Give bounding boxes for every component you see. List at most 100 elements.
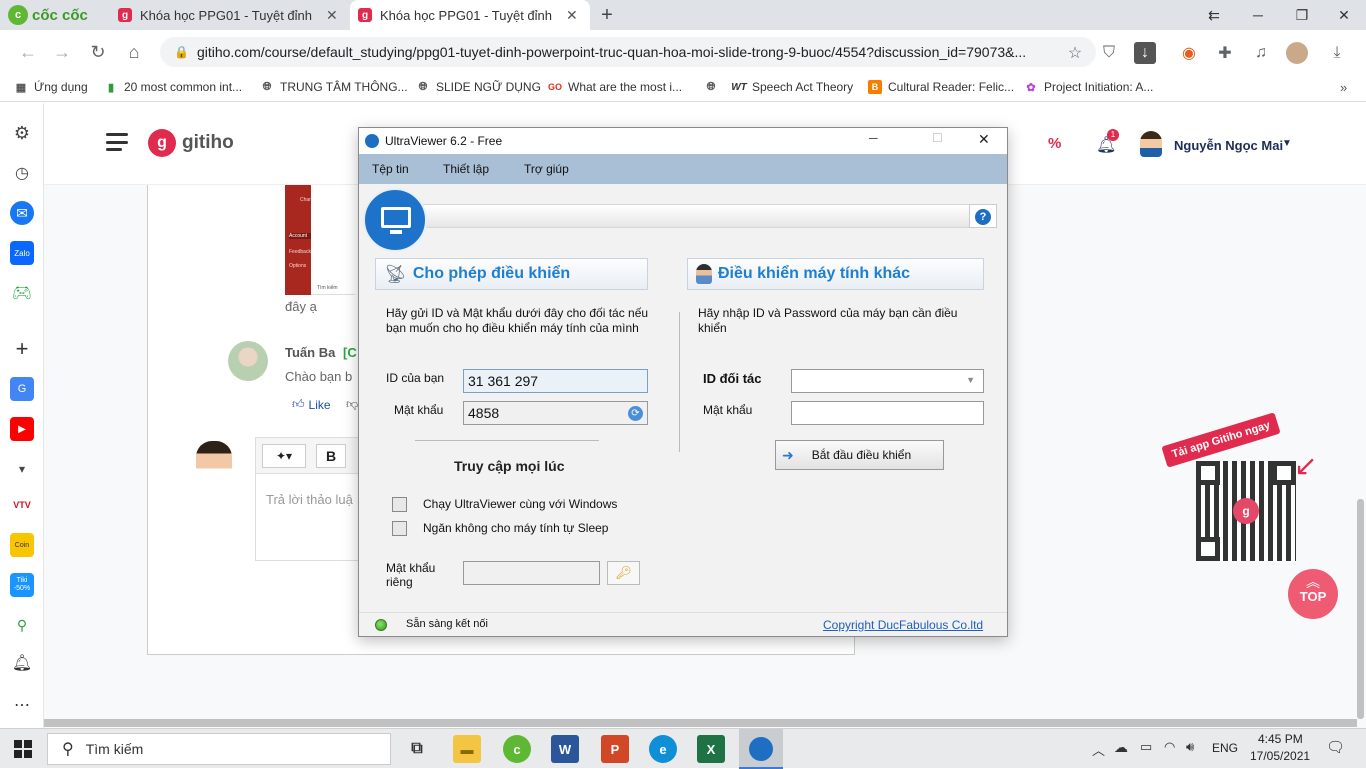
commenter-name[interactable]: Tuấn Ba	[285, 345, 335, 360]
hamburger-menu-icon[interactable]	[106, 133, 128, 151]
tab-2[interactable]: g Khóa học PPG01 - Tuyệt đỉnh ✕	[350, 0, 590, 30]
tiki-icon[interactable]: Tiki -50%	[10, 573, 34, 597]
uv-menu-settings[interactable]: Thiết lập	[443, 162, 489, 176]
tab-1-close-icon[interactable]: ✕	[326, 7, 338, 24]
tab-1[interactable]: g Khóa học PPG01 - Tuyệt đỉnh ✕	[110, 0, 348, 30]
uv-menu-file[interactable]: Tệp tin	[372, 162, 409, 176]
clock-time[interactable]: 4:45 PM	[1258, 732, 1303, 746]
minimize-icon[interactable]: ─	[1236, 0, 1280, 30]
google-translate-icon[interactable]: G	[10, 377, 34, 401]
tray-chevron-up-icon[interactable]: ︿	[1092, 740, 1105, 759]
app-promo-banner[interactable]: Tải app Gitiho ngay	[1161, 412, 1281, 468]
back-to-top-button[interactable]: ︽ TOP	[1288, 569, 1338, 619]
file-explorer-icon[interactable]: ▬	[453, 735, 481, 763]
voucher-icon[interactable]: %	[1048, 135, 1072, 155]
uv-help-icon[interactable]: ?	[969, 204, 997, 228]
partner-id-dropdown[interactable]: ▼	[791, 369, 984, 393]
shopee-icon[interactable]: Coin	[10, 533, 34, 557]
start-control-button[interactable]: ➜ Bắt đầu điều khiển	[775, 440, 944, 470]
reload-icon[interactable]: ↻	[84, 38, 112, 66]
bookmark-item[interactable]: WT Speech Act Theory	[731, 80, 853, 94]
address-bar[interactable]: 🔒 gitiho.com/course/default_studying/ppg…	[160, 37, 1096, 67]
wifi-icon[interactable]: ◠	[1164, 739, 1175, 755]
download-arrow-icon[interactable]: ↓	[1134, 42, 1156, 64]
bookmark-item[interactable]: GO What are the most i...	[548, 80, 682, 94]
battery-icon[interactable]: ▭	[1140, 739, 1152, 755]
reply-editor[interactable]: ✦▾ B Trả lời thảo luậ	[255, 437, 365, 561]
user-name[interactable]: Nguyễn Ngọc Mai	[1174, 138, 1283, 153]
thumbs-down-icon[interactable]: 👎︎	[346, 397, 358, 412]
uv-minimize-icon[interactable]: ─	[869, 131, 878, 145]
windows-start-icon[interactable]	[14, 740, 32, 758]
word-icon[interactable]: W	[551, 735, 579, 763]
bookmark-apps[interactable]: ▦ Ứng dụng	[14, 80, 88, 94]
close-window-icon[interactable]: ✕	[1322, 0, 1366, 30]
uv-titlebar[interactable]: UltraViewer 6.2 - Free ─ ☐ ✕	[359, 128, 1007, 154]
vtv-go-icon[interactable]: VTV	[10, 493, 34, 517]
downloads-icon[interactable]: ⤓	[1326, 42, 1348, 64]
action-center-icon[interactable]: 🗨︎	[1326, 738, 1345, 756]
taskbar-search-box[interactable]: ⚲ Tìm kiếm	[47, 733, 391, 765]
map-pin-icon[interactable]: ⚲	[10, 613, 34, 637]
notification-bell-icon[interactable]: 🔔︎	[10, 651, 34, 675]
bookmark-item[interactable]: 🌐︎	[704, 80, 718, 94]
magic-wand-icon[interactable]: ✦▾	[262, 444, 306, 468]
chrome-ext-icon[interactable]: ◉	[1178, 42, 1200, 64]
download-small-icon[interactable]: ▾	[10, 457, 34, 481]
your-id-field[interactable]: 31 361 297	[463, 369, 648, 393]
refresh-password-icon[interactable]: ⟳	[628, 406, 643, 421]
key-button[interactable]: 🔑︎	[607, 561, 640, 585]
extensions-puzzle-icon[interactable]: ✚	[1214, 42, 1236, 64]
language-indicator[interactable]: ENG	[1212, 741, 1238, 755]
copyright-link[interactable]: Copyright DucFabulous Co.ltd	[823, 618, 983, 632]
bookmark-item[interactable]: 🌐︎ SLIDE NGỮ DỤNG	[416, 80, 541, 94]
forward-arrow-icon[interactable]: →	[48, 38, 76, 66]
nosleep-checkbox[interactable]	[392, 521, 407, 536]
bookmarks-more-icon[interactable]: »	[1340, 80, 1347, 95]
commenter-avatar[interactable]	[228, 341, 268, 381]
page-hscrollbar[interactable]	[44, 719, 1357, 727]
coccoc-taskbar-icon[interactable]: c	[503, 735, 531, 763]
history-clock-icon[interactable]: ◷	[10, 161, 34, 185]
clock-date[interactable]: 17/05/2021	[1250, 749, 1310, 763]
bold-button[interactable]: B	[316, 444, 346, 468]
zalo-icon[interactable]: Zalo	[10, 241, 34, 265]
page-scrollbar-thumb[interactable]	[1357, 499, 1364, 719]
bookmark-item[interactable]: ▮ 20 most common int...	[104, 80, 242, 94]
edge-icon[interactable]: e	[649, 735, 677, 763]
back-history-icon[interactable]: ⇇	[1192, 0, 1236, 30]
gitiho-logo[interactable]: g gitiho	[148, 129, 234, 157]
onedrive-cloud-icon[interactable]: ☁	[1114, 739, 1128, 756]
restore-icon[interactable]: ❐	[1280, 0, 1324, 30]
messenger-icon[interactable]: ✉	[10, 201, 34, 225]
user-avatar[interactable]	[1140, 131, 1162, 157]
bookmark-star-icon[interactable]: ☆	[1064, 42, 1086, 64]
shield-icon[interactable]: ⛉	[1098, 42, 1120, 64]
uv-menu-help[interactable]: Trợ giúp	[524, 162, 569, 176]
playlist-icon[interactable]: ♫	[1250, 42, 1272, 64]
powerpoint-icon[interactable]: P	[601, 735, 629, 763]
bookmark-item[interactable]: ✿ Project Initiation: A...	[1024, 80, 1153, 94]
coccoc-brand[interactable]: c cốc cốc	[8, 5, 88, 25]
volume-icon[interactable]: 🔊︎	[1186, 739, 1194, 755]
partner-password-field[interactable]	[791, 401, 984, 425]
new-tab-icon[interactable]: +	[596, 4, 618, 26]
tab-2-close-icon[interactable]: ✕	[566, 7, 578, 24]
task-view-icon[interactable]: ⧉	[403, 735, 431, 763]
home-icon[interactable]: ⌂	[120, 38, 148, 66]
bookmark-item[interactable]: B Cultural Reader: Felic...	[868, 80, 1014, 94]
ultraviewer-taskbar-active[interactable]	[739, 729, 783, 769]
excel-icon[interactable]: X	[697, 735, 725, 763]
password-field[interactable]: 4858 ⟳	[463, 401, 648, 425]
bookmark-item[interactable]: 🌐︎ TRUNG TÂM THÔNG...	[260, 80, 408, 94]
profile-avatar-icon[interactable]	[1286, 42, 1308, 64]
startup-checkbox[interactable]	[392, 497, 407, 512]
user-menu-chevron-icon[interactable]: ▼	[1282, 138, 1292, 149]
gamepad-icon[interactable]: 🎮︎	[10, 281, 34, 305]
private-password-field[interactable]	[463, 561, 600, 585]
like-button[interactable]: 👍︎ Like	[292, 397, 331, 412]
youtube-icon[interactable]: ▶	[10, 417, 34, 441]
add-icon[interactable]: +	[10, 336, 34, 361]
uv-maximize-icon[interactable]: ☐	[932, 131, 943, 145]
settings-gear-icon[interactable]: ⚙	[10, 121, 34, 145]
